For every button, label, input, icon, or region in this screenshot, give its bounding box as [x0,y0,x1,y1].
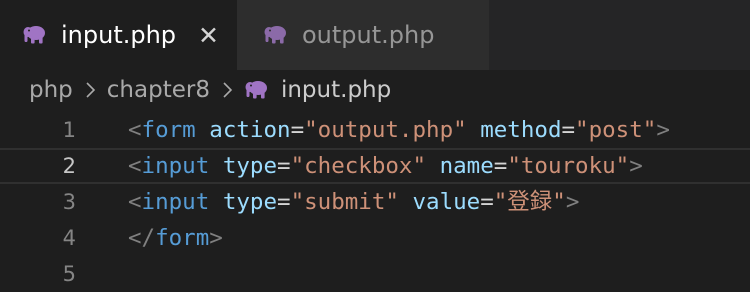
code-token: = [290,117,305,143]
code-token: < [128,189,142,215]
line-number: 5 [62,262,76,286]
code-token: > [209,225,223,251]
code-token: > [656,117,670,143]
code-token: "touroku" [507,153,630,179]
code-line[interactable]: 1 <form action="output.php" method="post"… [0,112,750,148]
code-line[interactable]: 2 <input type="checkbox" name="touroku"> [0,148,750,184]
code-token: </ [128,225,156,251]
code-token: = [277,153,291,179]
code-text: </form> [128,220,223,256]
tab-input-php[interactable]: input.php ✕ [0,0,237,70]
code-token: < [128,117,142,143]
code-token: form [141,117,196,143]
code-token: input [141,153,210,179]
php-elephant-icon [245,81,267,99]
line-number: 1 [62,118,76,142]
code-text: <form action="output.php" method="post"> [128,112,670,148]
code-text: <input type="checkbox" name="touroku"> [128,148,643,184]
breadcrumb-item-php[interactable]: php [29,77,73,103]
code-token: > [565,189,580,215]
tab-bar: input.php ✕ output.php [0,0,750,70]
line-number: 4 [62,226,76,250]
code-token: "checkbox" [290,153,427,179]
breadcrumb-item-chapter8[interactable]: chapter8 [107,77,210,103]
chevron-right-icon [223,82,233,98]
tab-label: input.php [61,21,177,49]
code-token: = [561,117,576,143]
code-text: <input type="submit" value="登録"> [128,184,579,220]
code-token: form [155,225,210,251]
code-token: "登録" [493,189,566,215]
code-token: value [412,189,481,215]
code-token: action [209,117,291,143]
code-token: type [222,153,278,179]
code-token: = [480,189,494,215]
chevron-right-icon [86,82,95,98]
line-number: 2 [62,154,76,178]
code-token: "output.php" [304,117,467,143]
breadcrumb-item-file[interactable]: input.php [281,77,391,103]
tab-label: output.php [302,21,435,49]
php-elephant-icon [264,26,286,44]
code-token: "submit" [290,189,399,215]
code-token: = [493,153,508,179]
code-token: > [629,153,643,179]
breadcrumb: php chapter8 input.php [0,70,750,110]
code-token: method [480,117,562,143]
code-token: = [277,189,291,215]
code-token: < [128,153,142,179]
close-icon[interactable]: ✕ [198,23,219,48]
code-line[interactable]: 4 </form> [0,220,750,256]
php-elephant-icon [23,26,45,44]
code-token: "post" [575,117,657,143]
code-line[interactable]: 5 [0,256,750,292]
code-editor[interactable]: 1 <form action="output.php" method="post"… [0,112,750,292]
code-token: name [439,153,494,179]
tab-output-php[interactable]: output.php [237,0,490,70]
code-token: input [141,189,210,215]
line-number: 3 [62,190,76,214]
code-token: type [222,189,278,215]
code-line[interactable]: 3 <input type="submit" value="登録"> [0,184,750,220]
